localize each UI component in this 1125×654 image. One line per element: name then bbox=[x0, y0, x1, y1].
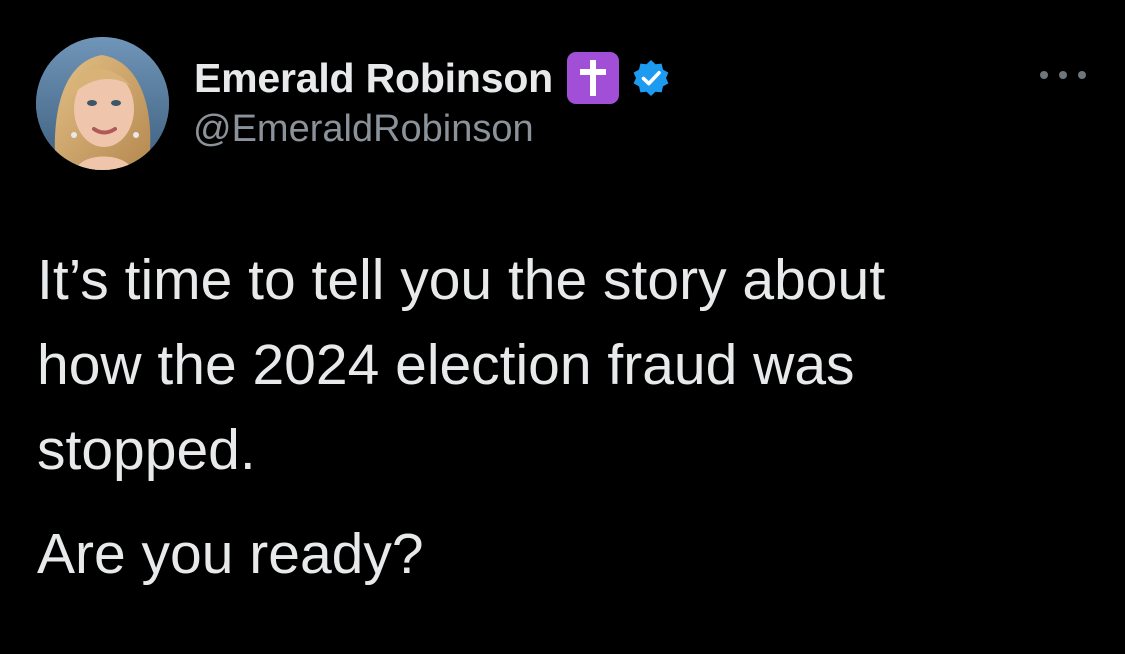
more-options-icon[interactable] bbox=[1040, 64, 1086, 86]
more-dot bbox=[1040, 71, 1048, 79]
display-name[interactable]: Emerald Robinson bbox=[194, 55, 553, 102]
tweet-text-line: stopped. bbox=[37, 418, 256, 482]
latin-cross-icon bbox=[567, 52, 620, 104]
tweet-text: It’s time to tell you the story about ho… bbox=[37, 238, 1097, 493]
tweet-text-line: It’s time to tell you the story about bbox=[37, 248, 886, 312]
tweet-text-line: how the 2024 election fraud was bbox=[37, 333, 855, 397]
more-dot bbox=[1059, 71, 1067, 79]
verified-badge-icon[interactable] bbox=[631, 58, 671, 98]
avatar[interactable] bbox=[36, 37, 169, 170]
more-dot bbox=[1078, 71, 1086, 79]
author-handle[interactable]: @EmeraldRobinson bbox=[193, 108, 534, 151]
tweet-text-paragraph: Are you ready? bbox=[37, 522, 424, 586]
tweet-card: Emerald Robinson @EmeraldRobinson It’s t… bbox=[0, 0, 1125, 654]
author-name-row: Emerald Robinson bbox=[194, 52, 671, 104]
